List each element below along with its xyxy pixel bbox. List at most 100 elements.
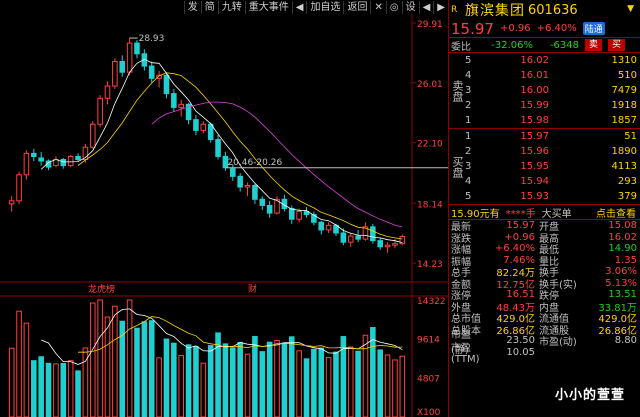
candle [288,207,295,220]
kline-svg[interactable]: 29.91 26.01 22.10 18.14 14.23 28.93 20.46-20.2… [0,14,448,417]
ask-qty: 1918 [611,100,637,111]
view-link[interactable]: 点击查看 [596,205,640,220]
next-icon[interactable]: ▶ [433,0,448,14]
candle [67,155,74,167]
stat-value: 15.97 [506,220,535,232]
watermark: 小小的萱萱 [555,388,626,403]
weibi-label: 委比 [451,41,471,53]
buy-button[interactable]: 买 [608,39,626,51]
volume-bar [171,342,177,417]
candle [244,185,251,188]
candle [296,211,302,220]
toolbar-item-add-watch[interactable]: 加自选 [306,0,343,14]
ask-qty: 1857 [611,115,637,126]
stat-value: 23.50 [506,335,535,347]
bid-side-label: 买盘 [451,155,464,178]
quote-header: R 旗滨集团 601636 ▼ [449,0,640,20]
ask-level: 5 [465,55,472,66]
volume-bar [31,360,37,417]
target-icon[interactable]: ◎ [385,0,402,14]
toolbar-item-arrow-left[interactable]: ◀ [291,0,307,14]
candle [178,103,184,108]
volume-bar [355,350,361,417]
ask-row-5[interactable]: 5 16.02 1310 [449,53,640,68]
settings-button[interactable]: 设 [401,0,419,14]
volume-bar [163,338,170,417]
ask-price: 15.99 [520,100,549,111]
volume-tick-label: 4807 [417,375,440,385]
candle [325,224,332,231]
volume-tick-label: X100 [417,408,441,417]
candle [200,123,207,131]
candle [8,200,15,205]
toolbar-item-back[interactable]: 返回 [343,0,370,14]
bid-row-5[interactable]: 5 15.93 379 [449,189,640,204]
ask-side-label: 卖盘 [451,79,464,102]
dropdown-icon[interactable]: ▼ [627,4,634,14]
candle [38,157,44,162]
bid-row-1[interactable]: 1 15.97 51 [449,129,640,144]
volume-bar [303,358,310,417]
volume-bar [60,362,67,417]
volume-bar [222,343,229,417]
volume-bar [288,336,295,417]
candle [370,226,376,242]
prev-icon[interactable]: ◀ [418,0,434,14]
candle [399,236,406,245]
volume-bar [104,316,111,417]
stats-table: 最新 15.97 开盘 15.08 涨跌 +0.96 最高 16.02 涨幅 +6.40% 最低 14… [449,220,640,365]
bid-price: 15.94 [520,176,549,187]
candle [163,74,170,95]
volume-bar [362,334,369,417]
marker-finance[interactable]: 财 [248,283,257,295]
bid-level: 4 [465,176,472,187]
flag-label: R [451,5,458,15]
candle [126,42,133,73]
stat-value: 15.08 [608,220,637,232]
volume-bar [207,345,214,417]
bid-qty: 293 [617,176,637,187]
candle [237,175,243,188]
marker-lhb[interactable]: 龙虎榜 [88,283,115,295]
candle [252,185,258,200]
volume-bar [178,355,184,417]
sell-button[interactable]: 卖 [585,39,603,51]
bid-qty: 1890 [611,146,637,157]
toolbar-item-jian[interactable]: 简 [200,0,218,14]
ask-row-3[interactable]: 3 16.00 7479 [449,83,640,98]
stock-code: 601636 [528,2,578,18]
bid-level: 3 [465,161,472,172]
volume-bar [134,327,140,417]
bid-price: 15.97 [520,131,549,142]
candle [31,152,37,157]
ask-row-1[interactable]: 1 15.98 1857 [449,113,640,128]
toolbar-item-fa[interactable]: 发 [183,0,201,14]
ask-level: 3 [465,85,472,96]
price-tick-label: 26.01 [417,80,443,90]
kline-chart[interactable]: 29.91 26.01 22.10 18.14 14.23 28.93 20.46-20.2… [0,14,448,417]
volume-bar [185,344,192,417]
volume-bar [347,346,354,417]
ma-line-5 [40,58,403,243]
candle [75,155,81,160]
candle [89,123,96,148]
volume-bar [399,355,406,417]
bid-level: 1 [465,131,472,142]
toolbar-item-events[interactable]: 重大事件 [244,0,292,14]
volume-tick-label: 9614 [417,335,440,345]
toolbar-item-jiuzhuan[interactable]: 九转 [217,0,245,14]
bid-row-2[interactable]: 2 15.96 1890 [449,144,640,159]
ask-row-4[interactable]: 4 16.01 510 [449,68,640,83]
volume-bar [266,341,273,417]
candle [377,240,383,248]
volume-bar [311,348,317,417]
stock-name: 旗滨集团 [465,3,525,19]
bid-row-3[interactable]: 3 15.95 4113 [449,159,640,174]
close-icon[interactable]: ✕ [370,0,385,14]
stat-value: +6.40% [494,243,535,255]
ask-qty: 7479 [611,85,637,96]
ask-level: 4 [465,70,472,81]
candle [23,152,30,176]
ask-row-2[interactable]: 2 15.99 1918 [449,98,640,113]
bid-row-4[interactable]: 4 15.94 293 [449,174,640,189]
